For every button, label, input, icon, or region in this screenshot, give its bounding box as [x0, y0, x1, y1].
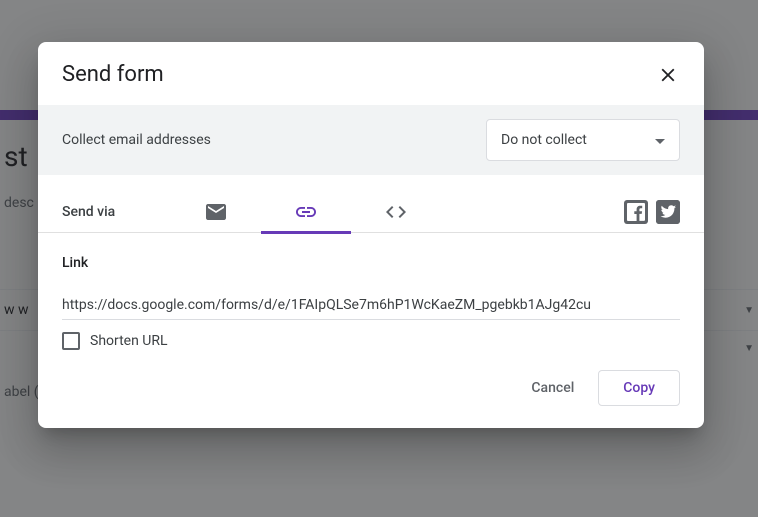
- link-section: Link Shorten URL: [38, 233, 704, 364]
- collect-label: Collect email addresses: [62, 132, 211, 148]
- twitter-share[interactable]: [656, 200, 680, 224]
- shorten-label: Shorten URL: [90, 333, 168, 349]
- shorten-row: Shorten URL: [62, 332, 680, 350]
- tab-embed[interactable]: [351, 191, 441, 233]
- modal-footer: Cancel Copy: [38, 364, 704, 428]
- link-url-input[interactable]: [62, 293, 680, 320]
- copy-button[interactable]: Copy: [598, 370, 680, 406]
- tab-email[interactable]: [171, 191, 261, 233]
- cancel-button[interactable]: Cancel: [523, 370, 582, 406]
- embed-icon: [384, 200, 408, 224]
- caret-down-icon: [655, 132, 665, 148]
- collect-dropdown-value: Do not collect: [501, 132, 587, 148]
- collect-email-section: Collect email addresses Do not collect: [38, 105, 704, 175]
- link-icon: [294, 200, 318, 224]
- facebook-icon: [624, 200, 648, 224]
- link-heading: Link: [62, 255, 680, 271]
- social-share: [624, 200, 680, 224]
- send-via-label: Send via: [62, 204, 115, 220]
- shorten-checkbox[interactable]: [62, 332, 80, 350]
- modal-title: Send form: [62, 62, 164, 87]
- twitter-icon: [656, 200, 680, 224]
- facebook-share[interactable]: [624, 200, 648, 224]
- close-icon: [657, 64, 679, 86]
- email-icon: [204, 200, 228, 224]
- collect-dropdown[interactable]: Do not collect: [486, 119, 680, 161]
- modal-header: Send form: [38, 42, 704, 105]
- tab-link[interactable]: [261, 191, 351, 233]
- close-button[interactable]: [656, 63, 680, 87]
- send-form-modal: Send form Collect email addresses Do not…: [38, 42, 704, 428]
- send-via-section: Send via: [38, 175, 704, 233]
